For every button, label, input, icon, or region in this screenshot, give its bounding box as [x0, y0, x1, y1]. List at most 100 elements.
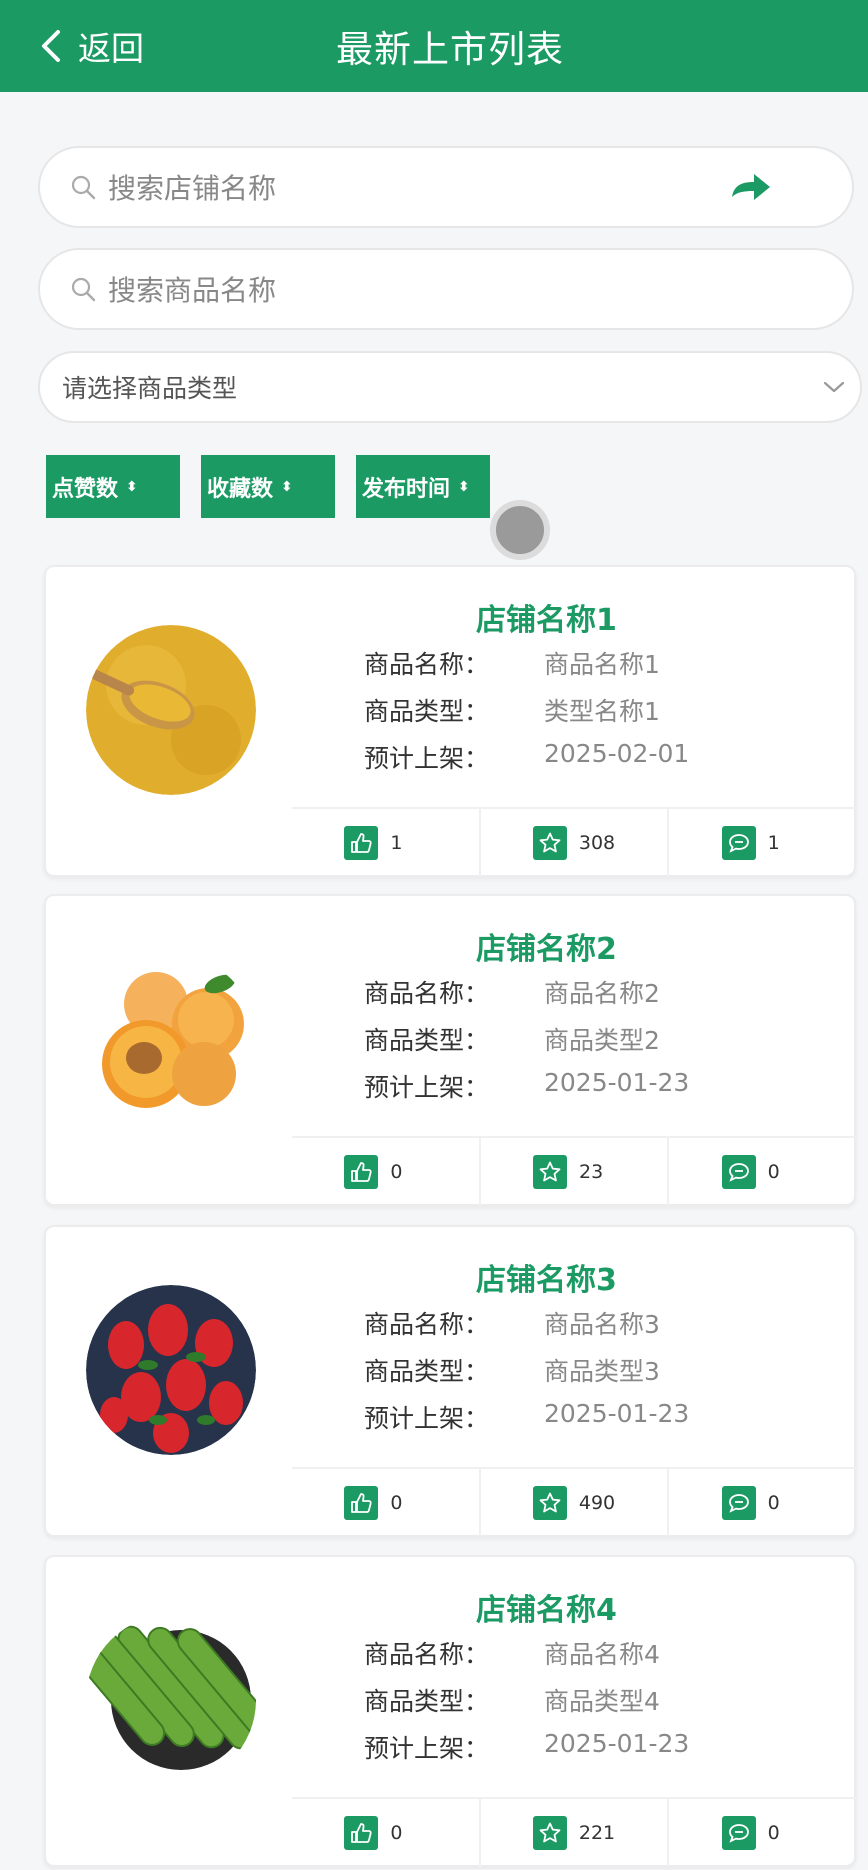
comment-button[interactable]: 0: [667, 1469, 856, 1537]
star-icon: [532, 826, 567, 860]
card-stats: 0 23 0: [292, 1136, 856, 1206]
sort-likes-button[interactable]: 点赞数 ⬍: [46, 455, 180, 518]
comment-button[interactable]: 1: [667, 809, 856, 877]
product-name-row: 商品名称： 商品名称4: [364, 1635, 660, 1671]
like-button[interactable]: 0: [292, 1799, 479, 1867]
product-name-value: 商品名称1: [544, 650, 660, 679]
product-type-row: 商品类型： 商品类型4: [364, 1682, 660, 1718]
product-type-label: 商品类型：: [364, 1357, 490, 1386]
release-date-label: 预计上架：: [364, 1734, 490, 1763]
sort-favorites-button[interactable]: 收藏数 ⬍: [201, 455, 335, 518]
product-type-value: 类型名称1: [544, 697, 660, 726]
product-image-apricot: [86, 954, 256, 1124]
shop-name[interactable]: 店铺名称1: [476, 595, 617, 639]
release-date-label: 预计上架：: [364, 1073, 490, 1102]
thumbs-up-icon: [344, 1816, 379, 1850]
comment-count: 0: [767, 1492, 780, 1514]
sort-arrows-icon: ⬍: [458, 478, 470, 495]
shop-name[interactable]: 店铺名称4: [476, 1585, 617, 1629]
shop-search-input[interactable]: 搜索店铺名称: [38, 146, 854, 228]
star-icon: [532, 1816, 567, 1850]
share-arrow-icon[interactable]: [730, 171, 772, 203]
star-icon: [532, 1486, 567, 1520]
product-name-label: 商品名称：: [364, 1310, 490, 1339]
chevron-down-icon: [823, 381, 845, 393]
comment-icon: [721, 1816, 756, 1850]
floating-touch-indicator[interactable]: [490, 500, 550, 560]
release-date-value: 2025-01-23: [544, 1729, 690, 1758]
favorite-button[interactable]: 308: [478, 809, 668, 877]
product-name-value: 商品名称2: [544, 979, 660, 1008]
favorite-count: 221: [578, 1822, 616, 1844]
comment-count: 0: [767, 1161, 780, 1183]
like-count: 0: [390, 1822, 403, 1844]
product-name-label: 商品名称：: [364, 650, 490, 679]
product-image-strawberry: [86, 1285, 256, 1455]
release-date-row: 预计上架： 2025-01-23: [364, 1399, 689, 1435]
product-type-value: 商品类型4: [544, 1687, 660, 1716]
sort-favorites-label: 收藏数: [207, 476, 274, 502]
sort-arrows-icon: ⬍: [281, 478, 293, 495]
product-type-select[interactable]: 请选择商品类型: [38, 351, 862, 423]
release-date-value: 2025-01-23: [544, 1399, 690, 1428]
release-date-row: 预计上架： 2025-01-23: [364, 1729, 689, 1765]
product-card[interactable]: 店铺名称2 商品名称： 商品名称2 商品类型： 商品类型2 预计上架： 2025…: [44, 894, 856, 1206]
thumbs-up-icon: [344, 826, 379, 860]
release-date-value: 2025-01-23: [544, 1068, 690, 1097]
product-name-value: 商品名称3: [544, 1310, 660, 1339]
shop-name[interactable]: 店铺名称2: [476, 924, 617, 968]
search-icon: [71, 277, 96, 302]
card-stats: 0 221 0: [292, 1797, 856, 1867]
product-type-row: 商品类型： 商品类型3: [364, 1352, 660, 1388]
product-search-input[interactable]: 搜索商品名称: [38, 248, 854, 330]
card-stats: 1 308 1: [292, 807, 856, 877]
product-name-label: 商品名称：: [364, 979, 490, 1008]
search-icon: [71, 175, 96, 200]
sort-publish-time-button[interactable]: 发布时间 ⬍: [356, 455, 490, 518]
like-button[interactable]: 0: [292, 1138, 479, 1206]
like-button[interactable]: 1: [292, 809, 479, 877]
product-type-placeholder: 请选择商品类型: [62, 374, 238, 403]
product-name-row: 商品名称： 商品名称2: [364, 974, 660, 1010]
star-icon: [533, 1155, 567, 1189]
comment-button[interactable]: 0: [667, 1799, 856, 1867]
sort-likes-label: 点赞数: [52, 476, 119, 502]
like-count: 1: [390, 832, 403, 854]
like-count: 0: [390, 1161, 403, 1183]
comment-icon: [721, 1155, 756, 1189]
product-card[interactable]: 店铺名称4 商品名称： 商品名称4 商品类型： 商品类型4 预计上架： 2025…: [44, 1555, 856, 1867]
like-count: 0: [390, 1492, 403, 1514]
comment-icon: [721, 1486, 756, 1520]
product-card[interactable]: 店铺名称1 商品名称： 商品名称1 商品类型： 类型名称1 预计上架： 2025…: [44, 565, 856, 877]
product-type-row: 商品类型： 商品类型2: [364, 1021, 660, 1057]
product-name-row: 商品名称： 商品名称1: [364, 645, 660, 681]
product-type-row: 商品类型： 类型名称1: [364, 692, 660, 728]
comment-count: 0: [767, 1822, 780, 1844]
favorite-button[interactable]: 490: [478, 1469, 668, 1537]
thumbs-up-icon: [344, 1486, 379, 1520]
sort-publish-time-label: 发布时间: [362, 476, 451, 502]
product-search-placeholder: 搜索商品名称: [108, 274, 277, 307]
product-card[interactable]: 店铺名称3 商品名称： 商品名称3 商品类型： 商品类型3 预计上架： 2025…: [44, 1225, 856, 1537]
shop-name[interactable]: 店铺名称3: [476, 1255, 617, 1299]
like-button[interactable]: 0: [292, 1469, 479, 1537]
favorite-button[interactable]: 221: [478, 1799, 668, 1867]
page-title: 最新上市列表: [336, 28, 564, 71]
comment-button[interactable]: 0: [667, 1138, 856, 1206]
favorite-count: 490: [578, 1492, 616, 1514]
thumbs-up-icon: [344, 1155, 379, 1189]
product-name-row: 商品名称： 商品名称3: [364, 1305, 660, 1341]
product-name-label: 商品名称：: [364, 1640, 490, 1669]
product-image-cucumber: [86, 1615, 256, 1785]
comment-count: 1: [767, 832, 780, 854]
favorite-button[interactable]: 23: [478, 1138, 668, 1206]
product-type-value: 商品类型3: [544, 1357, 660, 1386]
sort-arrows-icon: ⬍: [126, 478, 138, 495]
shop-search-placeholder: 搜索店铺名称: [108, 172, 277, 205]
comment-icon: [721, 826, 756, 860]
release-date-row: 预计上架： 2025-02-01: [364, 739, 689, 775]
product-image-millet: [86, 625, 256, 795]
release-date-row: 预计上架： 2025-01-23: [364, 1068, 689, 1104]
product-type-label: 商品类型：: [364, 697, 490, 726]
favorite-count: 308: [578, 832, 616, 854]
